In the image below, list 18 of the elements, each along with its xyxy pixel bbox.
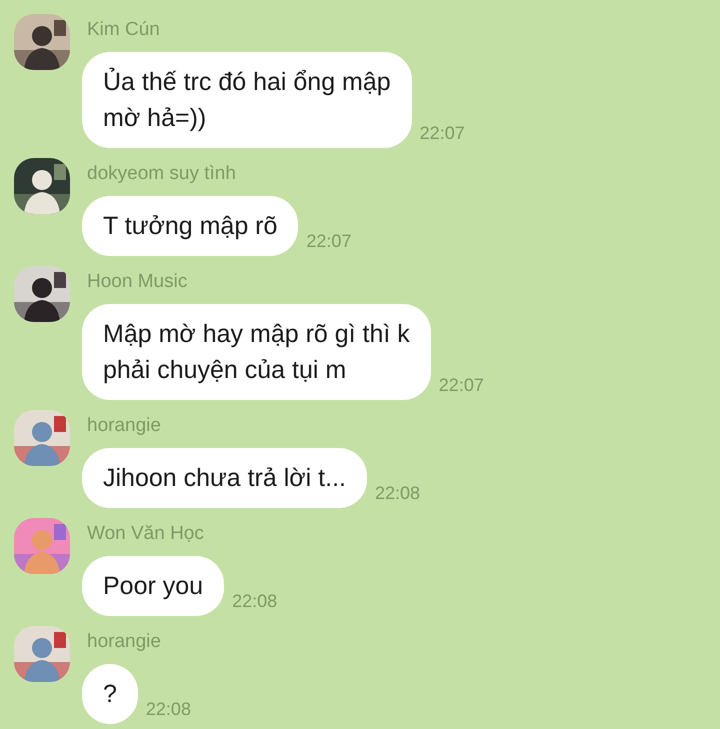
message-bubble: Jihoon chưa trả lời t... xyxy=(82,448,367,508)
message-time: 22:07 xyxy=(438,374,484,396)
message-time: 22:07 xyxy=(420,122,465,144)
sender-name: horangie xyxy=(86,631,161,653)
message-bubble: Ủa thế trc đó hai ổng mập mờ hả=)) xyxy=(82,52,412,148)
message-bubble: ? xyxy=(82,664,138,724)
message-bubble: Mập mờ hay mập rõ gì thì k phải chuyện của tụi m xyxy=(82,304,431,400)
message-time: 22:08 xyxy=(374,482,420,504)
message-time: 22:08 xyxy=(232,590,278,612)
sender-name: Kim Cún xyxy=(86,19,160,41)
sender-name: horangie xyxy=(86,415,161,437)
sender-name: dokyeom suy tình xyxy=(86,163,236,185)
message-bubble: T tưởng mập rõ xyxy=(82,196,298,256)
message-bubble: Poor you xyxy=(82,556,224,616)
sender-name: Won Văn Học xyxy=(86,523,204,545)
sender-name: Hoon Music xyxy=(86,271,188,293)
message-time: 22:07 xyxy=(306,230,352,252)
message-time: 22:08 xyxy=(146,698,191,720)
